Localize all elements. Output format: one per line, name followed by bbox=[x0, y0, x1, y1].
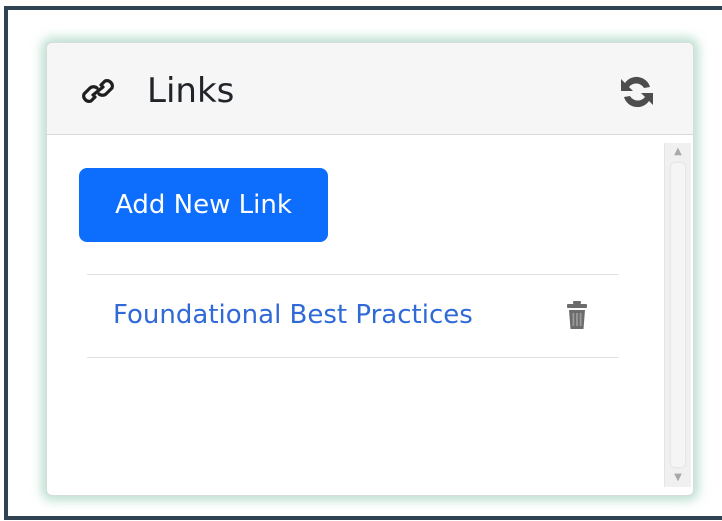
card-header: Links bbox=[47, 43, 693, 135]
card-title: Links bbox=[147, 71, 235, 111]
scrollbar-thumb[interactable] bbox=[671, 163, 685, 467]
link-icon bbox=[82, 79, 114, 103]
scroll-up-arrow-icon[interactable]: ▲ bbox=[665, 145, 691, 159]
scroll-down-arrow-icon[interactable]: ▼ bbox=[665, 471, 691, 485]
links-list: Foundational Best Practices bbox=[87, 274, 619, 358]
link-item-foundational-best-practices[interactable]: Foundational Best Practices bbox=[113, 298, 473, 332]
links-card: Links Add New Link Foundational Best Pra… bbox=[46, 42, 694, 496]
add-new-link-button[interactable]: Add New Link bbox=[79, 168, 328, 242]
trash-icon[interactable] bbox=[566, 300, 588, 330]
refresh-icon[interactable] bbox=[617, 73, 657, 111]
vertical-scrollbar[interactable]: ▲ ▼ bbox=[664, 143, 691, 487]
